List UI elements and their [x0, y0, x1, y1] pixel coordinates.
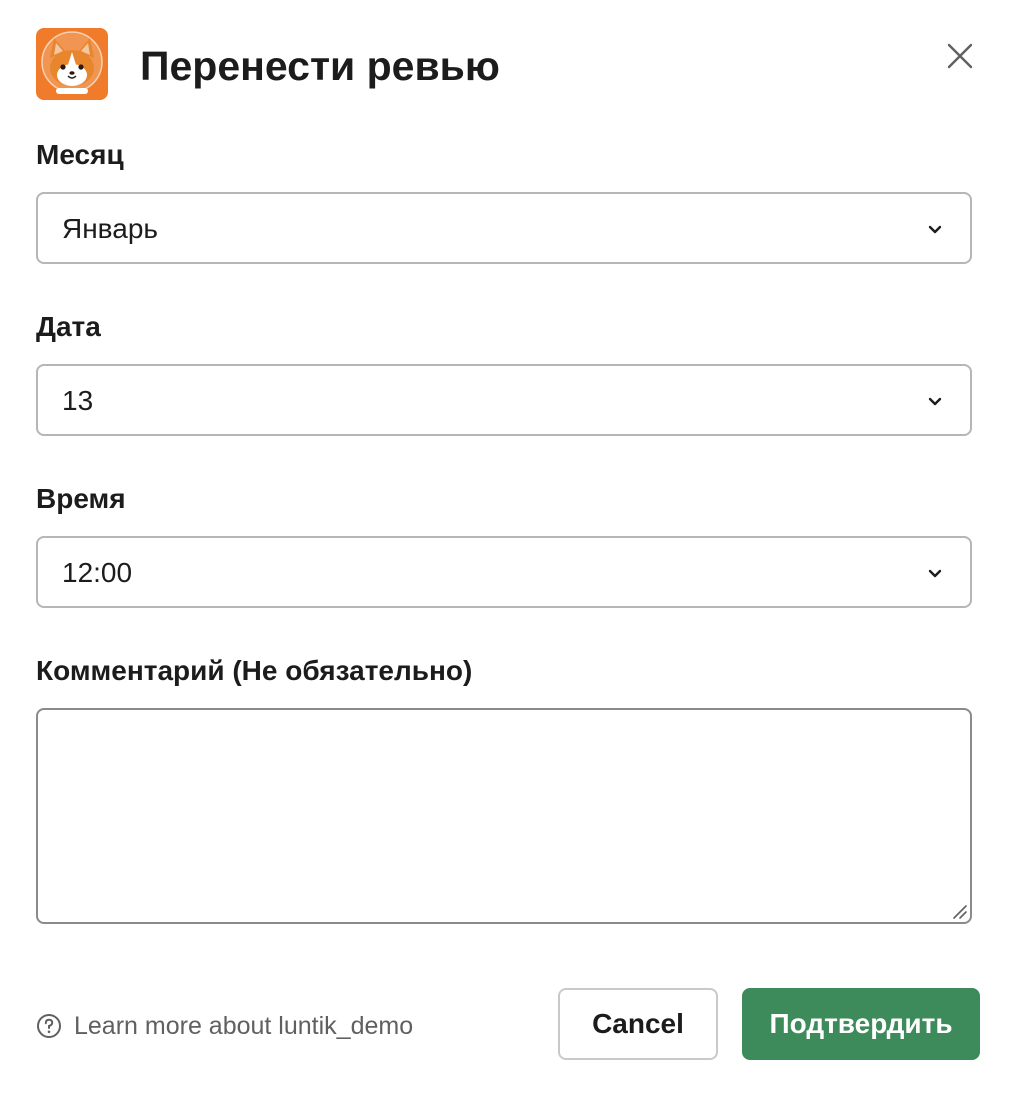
close-button[interactable] [936, 32, 984, 80]
comment-label: Комментарий (Не обязательно) [36, 655, 473, 686]
modal-dialog: Перенести ревью Месяц Январь Дата 13 Вре… [0, 0, 1014, 1098]
date-select[interactable]: 13 [36, 364, 972, 436]
chevron-down-icon [928, 225, 942, 234]
cancel-button[interactable]: Cancel [558, 988, 718, 1060]
month-select[interactable]: Январь [36, 192, 972, 264]
time-select[interactable]: 12:00 [36, 536, 972, 608]
question-circle-icon [37, 1014, 61, 1038]
date-select-value: 13 [62, 385, 94, 416]
chevron-down-icon [928, 397, 942, 406]
app-icon [36, 28, 108, 100]
comment-textarea[interactable] [36, 708, 972, 924]
time-label: Время [36, 483, 126, 514]
month-label: Месяц [36, 139, 124, 170]
learn-more-text: Learn more about luntik_demo [74, 1011, 414, 1040]
learn-more-link[interactable]: Learn more about luntik_demo [36, 1008, 413, 1044]
month-select-value: Январь [62, 213, 158, 244]
modal-title: Перенести ревью [140, 43, 500, 89]
resize-handle-icon[interactable] [950, 902, 968, 920]
submit-button[interactable]: Подтвердить [742, 988, 980, 1060]
close-icon [947, 43, 973, 69]
time-select-value: 12:00 [62, 557, 133, 588]
date-label: Дата [36, 311, 101, 342]
corgi-app-icon [36, 28, 108, 100]
chevron-down-icon [928, 569, 942, 578]
